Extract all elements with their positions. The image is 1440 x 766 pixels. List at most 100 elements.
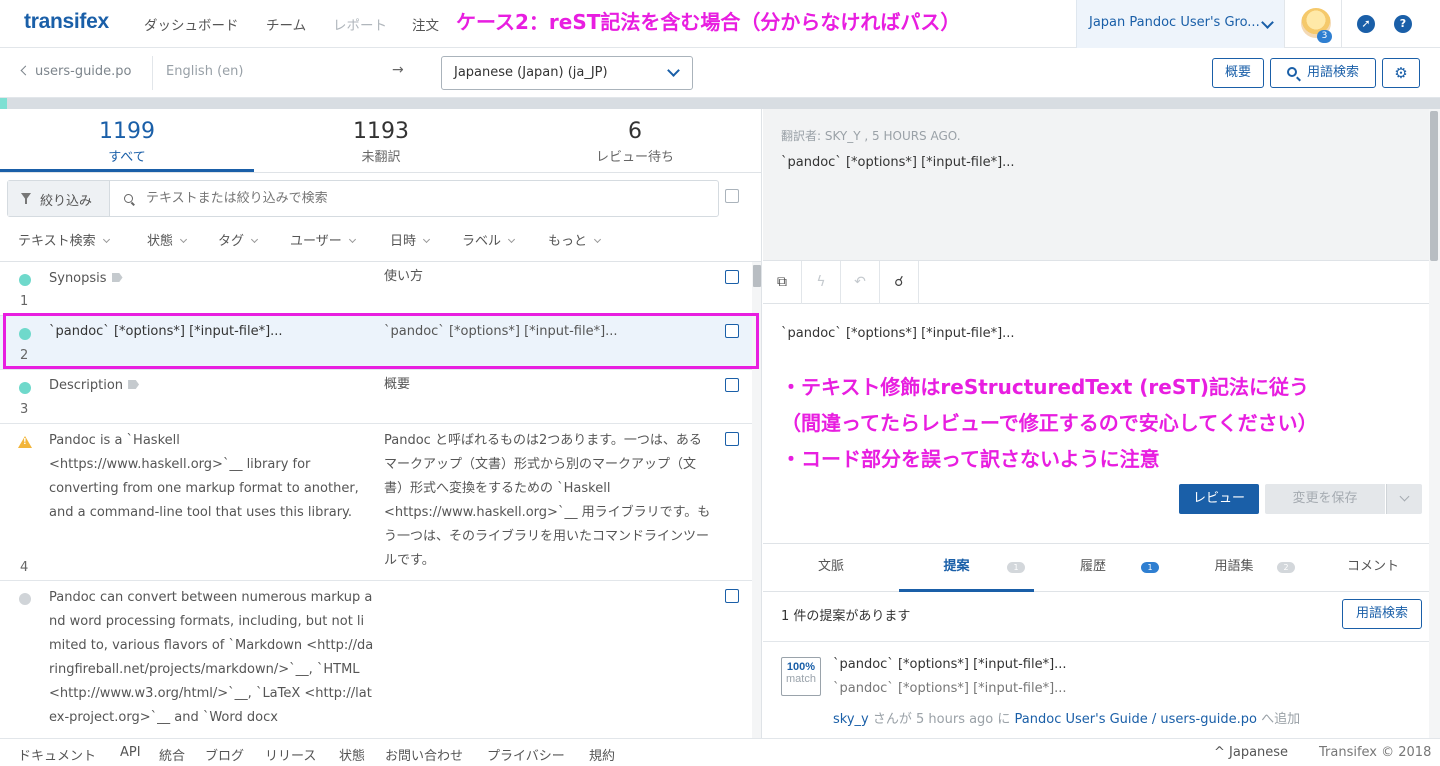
fingerprint-icon[interactable]: ☌ [880,261,919,304]
divider [152,56,153,90]
source-text: Description [49,378,124,393]
footer-link-status[interactable]: 状態 [339,745,365,764]
glossary-search-label: 用語検索 [1306,65,1359,80]
row-number: 1 [20,294,29,309]
tab-context[interactable]: 文脈 [781,544,881,592]
search-icon [124,194,133,203]
target-language-select[interactable]: Japanese (Japan) (ja_JP) [441,56,693,90]
undo-icon: ↶ [841,261,880,304]
filter-button[interactable]: 絞り込み [8,181,110,216]
divider [763,641,1429,642]
divider [0,172,761,173]
editor-tabs: 文脈 提案 1 履歴 1 用語集 2 コメント [763,543,1429,592]
footer-link-releases[interactable]: リリース [265,745,316,764]
tab-comments[interactable]: コメント [1333,544,1413,592]
suggestion-meta-text: さんが 5 hours ago に [872,712,1011,727]
review-button[interactable]: レビュー [1179,484,1259,514]
notification-badge: 3 [1317,30,1332,43]
suggestion-source[interactable]: `pandoc` [*options*] [*input-file*]... [833,657,1067,672]
tab-glossary[interactable]: 用語集 [1199,544,1269,592]
suggestion-translation[interactable]: `pandoc` [*options*] [*input-file*]... [833,681,1067,696]
row-checkbox[interactable] [725,589,739,603]
source-string: Pandoc is a `Haskell <https://www.haskel… [49,433,359,520]
nav-report: レポート [333,18,387,34]
translation-string: 概要 [384,377,411,392]
match-label: match [786,673,816,685]
stat-untranslated-label: 未翻訳 [361,150,401,165]
facet-date[interactable]: 日時 [390,230,429,249]
footer-link-integrations[interactable]: 統合 [159,745,185,764]
footer-link-blog[interactable]: ブログ [205,745,244,764]
suggestion-resource-link[interactable]: Pandoc User's Guide / users-guide.po [1015,712,1257,727]
lightning-icon: ϟ [802,261,841,304]
language-switcher[interactable]: ^ Japanese [1214,745,1288,760]
facet-user[interactable]: ユーザー [290,230,355,249]
copy-source-icon[interactable]: ⧉ [763,261,802,304]
scrollbar-thumb[interactable] [1430,111,1438,261]
tab-history[interactable]: 履歴 [1063,544,1123,592]
facet-status[interactable]: 状態 [147,230,186,249]
nav-order[interactable]: 注文 [412,14,439,34]
back-link[interactable]: users-guide.po [20,64,132,79]
nav-team[interactable]: チーム [266,14,306,34]
translated-status-icon [19,274,31,286]
table-row[interactable]: Description 概要 3 [0,370,752,424]
facet-text-search[interactable]: テキスト検索 [18,230,109,249]
row-checkbox[interactable] [725,270,739,284]
copyright: Transifex © 2018 [1319,745,1432,760]
stat-review-pending[interactable]: 6 レビュー待ち [508,119,761,165]
search-icon [1286,67,1297,77]
nav-dashboard[interactable]: ダッシュボード [144,14,239,34]
glossary-search-button[interactable]: 用語検索 [1342,599,1422,629]
previous-translation: `pandoc` [*options*] [*input-file*]... [781,155,1015,170]
facet-label[interactable]: ラベル [462,230,514,249]
compass-icon[interactable]: ➚ [1357,15,1375,33]
stat-review-label: レビュー待ち [595,150,674,165]
stat-all-count: 1199 [99,119,155,144]
tag-icon [111,273,123,282]
progress-fill [0,98,8,109]
scrollbar-thumb[interactable] [753,265,761,287]
transifex-logo[interactable]: transifex [24,10,109,34]
annotation-note: ・テキスト修飾はreStructuredText (reST)記法に従う （間違… [781,369,1318,477]
gear-icon: ⚙ [1394,64,1408,82]
footer-link-terms[interactable]: 規約 [589,745,615,764]
org-name: Japan Pandoc User's Gro... [1089,15,1260,30]
select-all-checkbox[interactable] [725,189,739,203]
editor-panel: 翻訳者: SKY_Y , 5 HOURS AGO. `pandoc` [*opt… [763,109,1440,738]
table-row[interactable]: Synopsis 使い方 1 [0,262,752,316]
filter-bar: 絞り込み [7,180,719,217]
table-row[interactable]: Pandoc is a `Haskell <https://www.haskel… [0,424,752,581]
row-number: 3 [20,402,29,417]
search-input[interactable] [146,191,706,206]
footer-link-api[interactable]: API [120,745,141,760]
save-options-button [1386,484,1422,514]
facet-tag[interactable]: タグ [218,230,257,249]
user-menu[interactable]: 3 [1284,0,1342,48]
footer-link-contact[interactable]: お問い合わせ [385,745,463,764]
stat-untranslated[interactable]: 1193 未翻訳 [254,119,508,165]
suggestion-meta: sky_y さんが 5 hours ago に Pandoc User's Gu… [833,708,1300,727]
translation-editor[interactable]: `pandoc` [*options*] [*input-file*]... [781,326,1015,341]
suggestions-count-text: 1 件の提案があります [781,609,911,624]
glossary-count-badge: 2 [1277,562,1295,573]
chevron-left-icon [20,65,31,76]
facet-more[interactable]: もっと [548,230,600,249]
editor-toolbar: users-guide.po English (en) → Japanese (… [0,48,1440,98]
overview-button[interactable]: 概要 [1212,58,1264,88]
org-selector[interactable]: Japan Pandoc User's Gro... [1076,0,1284,48]
row-checkbox[interactable] [725,378,739,392]
footer-link-privacy[interactable]: プライバシー [487,745,565,764]
settings-button[interactable]: ⚙ [1382,58,1420,88]
help-icon[interactable]: ? [1394,15,1412,33]
glossary-search-button[interactable]: 用語検索 [1270,58,1376,88]
tab-suggestions-label: 提案 [943,559,970,574]
annotation-line: ・テキスト修飾はreStructuredText (reST)記法に従う [781,375,1310,399]
footer-link-docs[interactable]: ドキュメント [18,745,96,764]
row-checkbox[interactable] [725,432,739,446]
table-row[interactable]: Pandoc can convert between numerous mark… [0,581,752,738]
suggestion-meta-end: へ追加 [1261,712,1301,727]
stat-all[interactable]: 1199 すべて [0,119,254,165]
annotation-highlight-box [3,313,759,369]
suggestion-user-link[interactable]: sky_y [833,712,869,727]
